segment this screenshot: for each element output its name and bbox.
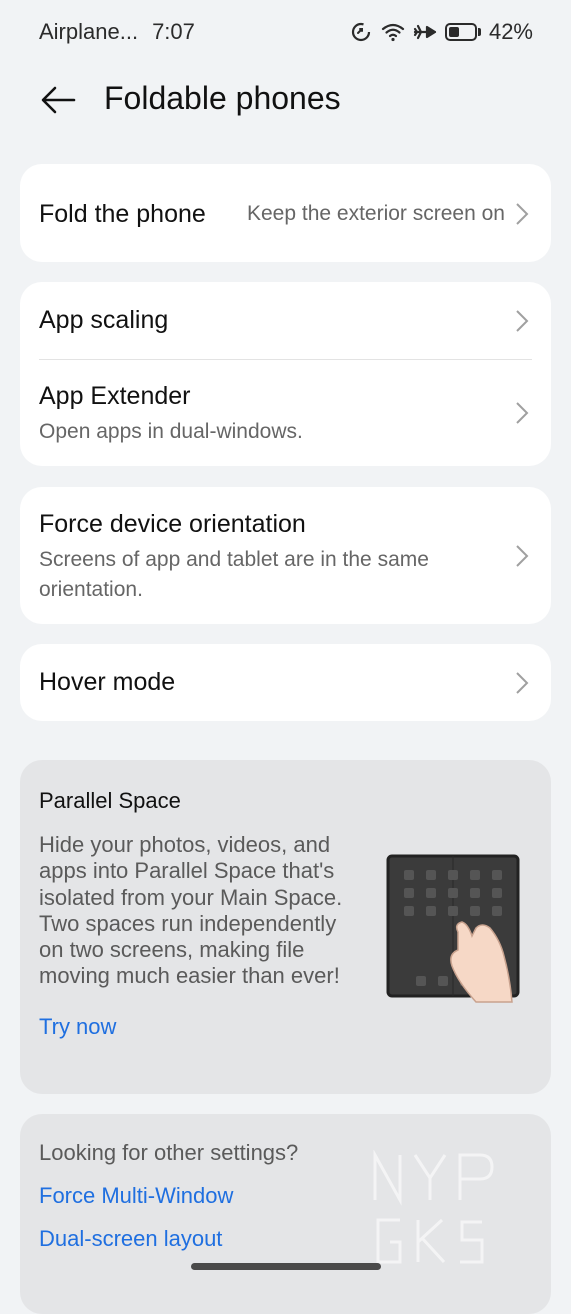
- chevron-right-icon: [516, 309, 529, 332]
- orientation-card: Force device orientation Screens of app …: [20, 487, 551, 624]
- chevron-right-icon: [516, 203, 529, 225]
- fold-the-phone-row[interactable]: Fold the phone Keep the exterior screen …: [20, 164, 551, 264]
- status-bar: Airplane... 7:07 42%: [0, 0, 571, 64]
- airplane-icon: [413, 24, 437, 40]
- data-saver-icon: [351, 22, 371, 42]
- parallel-space-card: Parallel Space Hide your photos, videos,…: [20, 760, 551, 1094]
- back-button[interactable]: [38, 80, 78, 120]
- force-orientation-row[interactable]: Force device orientation Screens of app …: [20, 487, 551, 624]
- app-scaling-title: App scaling: [39, 306, 169, 334]
- page-title: Foldable phones: [104, 80, 341, 116]
- try-now-link[interactable]: Try now: [39, 1014, 116, 1040]
- back-arrow-icon: [41, 86, 76, 114]
- hover-mode-row[interactable]: Hover mode: [20, 644, 551, 721]
- home-indicator[interactable]: [191, 1263, 381, 1270]
- battery-icon: [444, 23, 481, 41]
- battery-level-fill: [448, 27, 460, 37]
- watermark-logo: [373, 1150, 494, 1264]
- status-time: 7:07: [152, 19, 195, 44]
- wifi-icon: [381, 23, 405, 42]
- app-extender-row[interactable]: App Extender Open apps in dual-windows.: [20, 360, 551, 466]
- parallel-space-body: Hide your photos, videos, and apps into …: [39, 832, 343, 989]
- chevron-right-icon: [516, 671, 529, 694]
- fold-value: Keep the exterior screen on: [247, 202, 505, 225]
- app-group-card: App scaling App Extender Open apps in du…: [20, 282, 551, 466]
- app-extender-subtitle: Open apps in dual-windows.: [39, 420, 303, 443]
- battery-percent: 42%: [488, 19, 533, 44]
- hover-mode-title: Hover mode: [39, 668, 176, 696]
- foldable-tablet-illustration: [386, 854, 520, 1003]
- force-orientation-title: Force device orientation: [39, 510, 306, 538]
- fold-card: Fold the phone Keep the exterior screen …: [20, 164, 551, 262]
- chevron-right-icon: [516, 402, 529, 424]
- app-scaling-row[interactable]: App scaling: [20, 282, 551, 359]
- app-extender-title: App Extender: [39, 382, 191, 410]
- fold-title: Fold the phone: [39, 199, 206, 228]
- status-mode: Airplane...: [39, 19, 139, 44]
- parallel-space-title: Parallel Space: [39, 788, 181, 813]
- page-header: Foldable phones: [0, 66, 571, 132]
- hover-card: Hover mode: [20, 644, 551, 721]
- force-orientation-subtitle: Screens of app and tablet are in the sam…: [39, 548, 429, 601]
- chevron-right-icon: [516, 544, 529, 567]
